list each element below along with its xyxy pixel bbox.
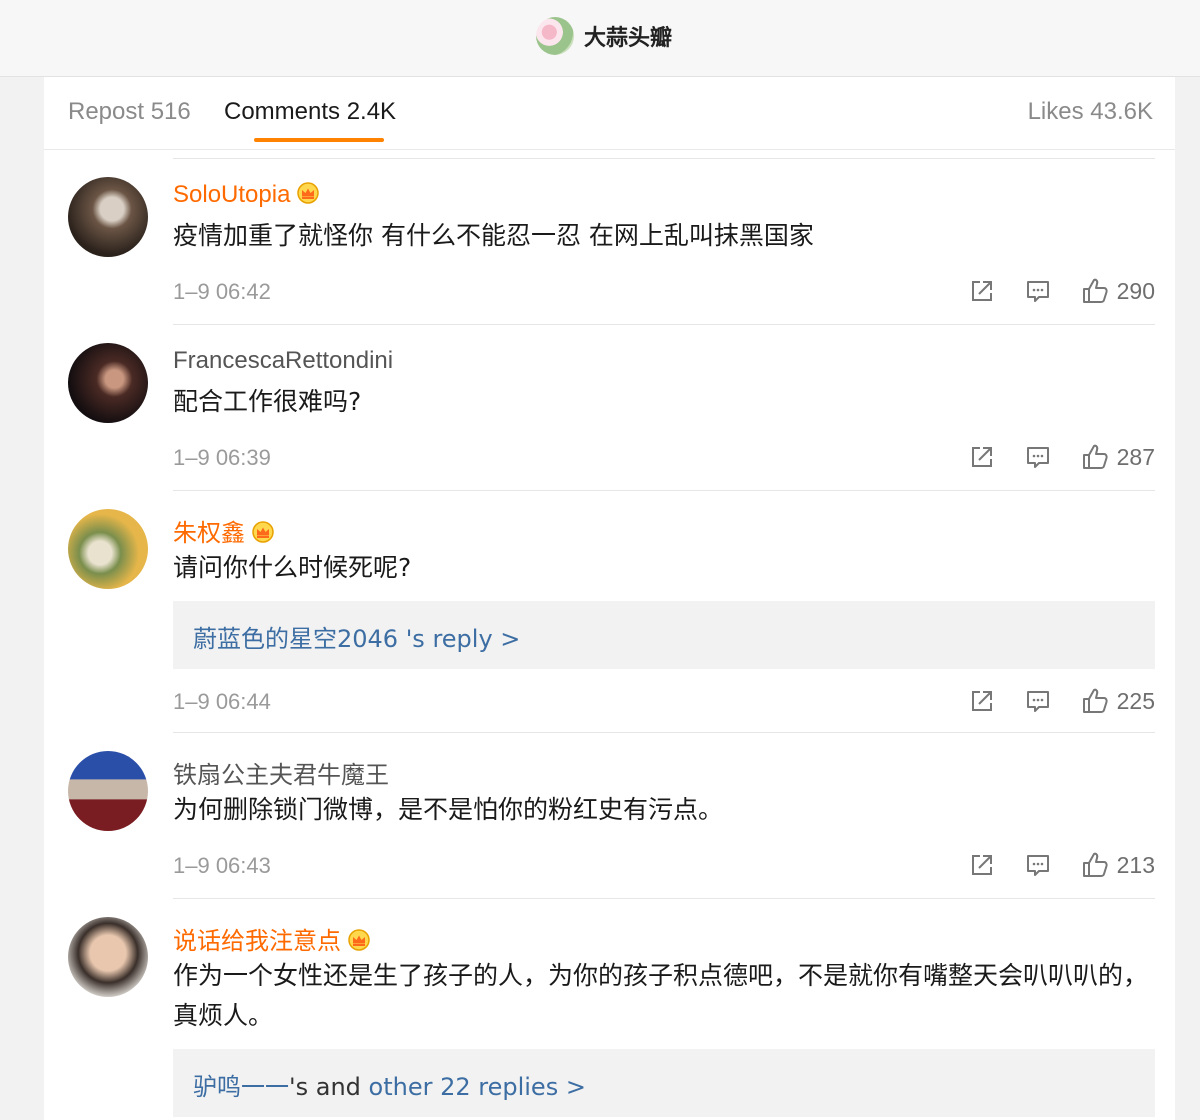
reply-mid-text: 's and (289, 1073, 369, 1101)
comment-icon[interactable] (1025, 278, 1051, 304)
header-user-name[interactable]: 大蒜头瓣 (584, 20, 672, 52)
like-count: 213 (1116, 851, 1155, 878)
comment-user-name-text: SoloUtopia (173, 181, 291, 208)
comment-item: 铁扇公主夫君牛魔王 为何删除锁门微博，是不是怕你的粉红史有污点。 1–9 06:… (44, 733, 1175, 898)
comment-time: 1–9 06:44 (173, 689, 271, 714)
reply-user-link[interactable]: 驴鸣一一 (193, 1073, 289, 1101)
reply-preview[interactable]: 蔚蓝色的星空2046 's reply > (173, 601, 1155, 669)
comment-item: FrancescaRettondini 配合工作很难吗? 1–9 06:39 2… (44, 325, 1175, 490)
user-avatar[interactable] (68, 509, 148, 589)
comment-time: 1–9 06:42 (173, 279, 271, 304)
like-icon (1081, 851, 1109, 879)
user-avatar[interactable] (68, 751, 148, 831)
reply-preview-text: 蔚蓝色的星空2046 's reply > (193, 619, 520, 654)
comment-text: 配合工作很难吗? (173, 387, 362, 416)
comment-item: 说话给我注意点 作为一个女性还是生了孩子的人，为你的孩子积点德吧，不是就你有嘴整… (44, 899, 1175, 1120)
comment-user-name[interactable]: FrancescaRettondini (173, 347, 393, 375)
tab-comments[interactable]: Comments 2.4K (224, 98, 396, 126)
comment-actions: 213 (939, 850, 1155, 880)
comment-item: 朱权鑫 请问你什么时候死呢? 蔚蓝色的星空2046 's reply > 1–9… (44, 491, 1175, 734)
share-icon[interactable] (969, 852, 995, 878)
reply-link-suffix[interactable]: 's reply > (398, 625, 521, 653)
reply-preview[interactable]: 驴鸣一一's and other 22 replies > (173, 1049, 1155, 1117)
share-icon[interactable] (969, 278, 995, 304)
like-count: 287 (1116, 443, 1155, 470)
like-icon (1081, 687, 1109, 715)
tab-likes[interactable]: Likes 43.6K (1028, 98, 1153, 126)
comment-user-name[interactable]: SoloUtopia (173, 181, 320, 209)
comment-text: 为何删除锁门微博，是不是怕你的粉红史有污点。 (173, 795, 724, 824)
comment-user-name[interactable]: 朱权鑫 (173, 513, 275, 548)
like-button[interactable]: 213 (1081, 851, 1155, 879)
user-avatar[interactable] (68, 343, 148, 423)
comment-item: SoloUtopia 疫情加重了就怪你 有什么不能忍一忍 在网上乱叫抹黑国家 1… (44, 159, 1175, 324)
like-button[interactable]: 290 (1081, 277, 1155, 305)
like-count: 290 (1116, 277, 1155, 304)
share-icon[interactable] (969, 688, 995, 714)
comment-text: 作为一个女性还是生了孩子的人，为你的孩子积点德吧，不是就你有嘴整天会叭叭叭的，真… (173, 961, 1149, 1030)
comment-user-name[interactable]: 铁扇公主夫君牛魔王 (173, 755, 389, 790)
header-avatar[interactable] (536, 17, 574, 55)
tab-repost[interactable]: Repost 516 (68, 98, 191, 126)
like-icon (1081, 443, 1109, 471)
crown-icon (251, 521, 275, 543)
more-replies-link[interactable]: other 22 replies > (369, 1073, 586, 1101)
user-avatar[interactable] (68, 177, 148, 257)
comment-user-name[interactable]: 说话给我注意点 (173, 921, 371, 956)
comment-text: 请问你什么时候死呢? (173, 553, 412, 582)
comment-icon[interactable] (1025, 688, 1051, 714)
comment-user-name-text: 朱权鑫 (173, 520, 245, 547)
reply-preview-text: 驴鸣一一's and other 22 replies > (193, 1067, 586, 1102)
crown-icon (347, 929, 371, 951)
comment-actions: 287 (939, 442, 1155, 472)
comments-panel: Repost 516 Comments 2.4K Likes 43.6K Sol… (44, 77, 1175, 1120)
comment-actions: 225 (939, 686, 1155, 716)
top-bar: 大蒜头瓣 (0, 0, 1200, 77)
like-button[interactable]: 287 (1081, 443, 1155, 471)
tab-bar: Repost 516 Comments 2.4K Likes 43.6K (44, 77, 1175, 150)
comment-icon[interactable] (1025, 444, 1051, 470)
crown-icon (296, 182, 320, 204)
like-icon (1081, 277, 1109, 305)
comment-text: 疫情加重了就怪你 有什么不能忍一忍 在网上乱叫抹黑国家 (173, 221, 814, 250)
comment-time: 1–9 06:39 (173, 445, 271, 470)
reply-user-link[interactable]: 蔚蓝色的星空2046 (193, 625, 398, 653)
share-icon[interactable] (969, 444, 995, 470)
active-tab-indicator (254, 138, 384, 142)
comment-actions: 290 (939, 276, 1155, 306)
like-count: 225 (1116, 687, 1155, 714)
comment-user-name-text: 说话给我注意点 (173, 928, 341, 955)
user-avatar[interactable] (68, 917, 148, 997)
like-button[interactable]: 225 (1081, 687, 1155, 715)
comment-icon[interactable] (1025, 852, 1051, 878)
comment-time: 1–9 06:43 (173, 853, 271, 878)
